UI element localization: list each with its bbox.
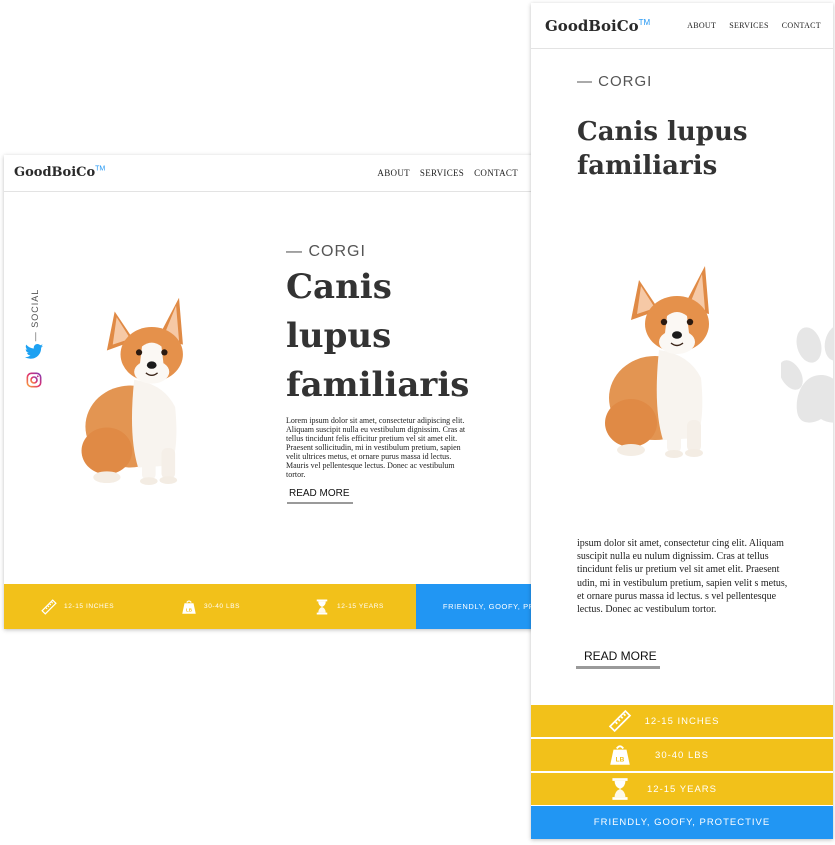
stats-bar: 12-15 INCHES LB 30-40 LBS 12-15 YEARS FR… <box>4 584 604 629</box>
read-more-link[interactable]: READ MORE <box>576 649 660 669</box>
stat-lifespan: 12-15 YEARS <box>531 773 833 805</box>
instagram-icon[interactable] <box>26 372 42 388</box>
corgi-image <box>76 290 206 485</box>
hero-body: Lorem ipsum dolor sit amet, consectetur … <box>286 416 466 479</box>
nav-services[interactable]: SERVICES <box>420 168 464 178</box>
weight-badge: LB <box>186 607 193 612</box>
nav-contact[interactable]: CONTACT <box>782 21 821 30</box>
main-nav: ABOUT SERVICES CONTACT <box>367 168 518 178</box>
stat-lifespan: 12-15 YEARS <box>313 584 384 629</box>
ruler-icon <box>607 708 633 734</box>
trademark-mark: TM <box>638 18 651 27</box>
mobile-preview: GoodBoiCoTM ABOUT SERVICES CONTACT — COR… <box>531 3 833 839</box>
nav-about[interactable]: ABOUT <box>687 21 716 30</box>
weight-badge: LB <box>616 757 625 764</box>
stat-weight: LB 30-40 LBS <box>180 584 240 629</box>
breed-stats: 12-15 INCHES LB 30-40 LBS 12-15 YEARS <box>4 584 416 629</box>
read-more-link[interactable]: READ MORE <box>287 488 353 504</box>
main-nav: ABOUT SERVICES CONTACT <box>674 21 821 30</box>
breed-eyebrow: — CORGI <box>577 73 653 90</box>
nav-contact[interactable]: CONTACT <box>474 168 518 178</box>
ruler-icon <box>40 598 58 616</box>
breed-traits: FRIENDLY, GOOFY, PROTECTIVE <box>531 806 833 839</box>
site-header: GoodBoiCoTM ABOUT SERVICES CONTACT <box>4 155 604 192</box>
stat-height: 12-15 INCHES <box>531 705 833 737</box>
trademark-mark: TM <box>95 165 106 173</box>
corgi-image <box>601 258 731 458</box>
read-more-underline <box>287 502 353 504</box>
stat-height: 12-15 INCHES <box>40 584 114 629</box>
hero-body: ipsum dolor sit amet, consectetur cing e… <box>577 538 788 616</box>
site-header: GoodBoiCoTM ABOUT SERVICES CONTACT <box>531 3 833 49</box>
desktop-preview: GoodBoiCoTM ABOUT SERVICES CONTACT — SOC… <box>4 155 604 629</box>
stat-weight: LB 30-40 LBS <box>531 739 833 771</box>
social-label: — SOCIAL <box>30 288 40 341</box>
read-more-underline <box>576 666 660 669</box>
breed-eyebrow: — CORGI <box>286 243 366 260</box>
weight-icon: LB <box>180 598 198 616</box>
social-links: — SOCIAL <box>22 288 48 392</box>
twitter-icon[interactable] <box>25 344 43 359</box>
brand-logo[interactable]: GoodBoiCoTM <box>14 165 105 180</box>
nav-services[interactable]: SERVICES <box>729 21 769 30</box>
weight-icon: LB <box>607 742 633 768</box>
hero-title: Canis lupus familiaris <box>577 117 748 181</box>
brand-logo[interactable]: GoodBoiCoTM <box>545 17 650 35</box>
hourglass-icon <box>607 776 633 802</box>
paw-print-icon <box>781 323 833 433</box>
hero-title: Canis lupus familiaris <box>286 267 470 405</box>
nav-about[interactable]: ABOUT <box>377 168 410 178</box>
hourglass-icon <box>313 598 331 616</box>
